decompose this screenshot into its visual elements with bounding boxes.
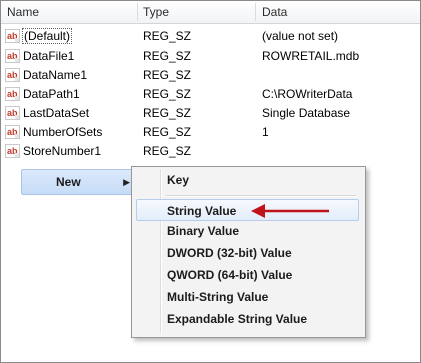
annotation-arrow-icon [251,204,329,218]
registry-editor-values-pane: Name Type Data ab (Default) REG_SZ (valu… [0,0,421,363]
